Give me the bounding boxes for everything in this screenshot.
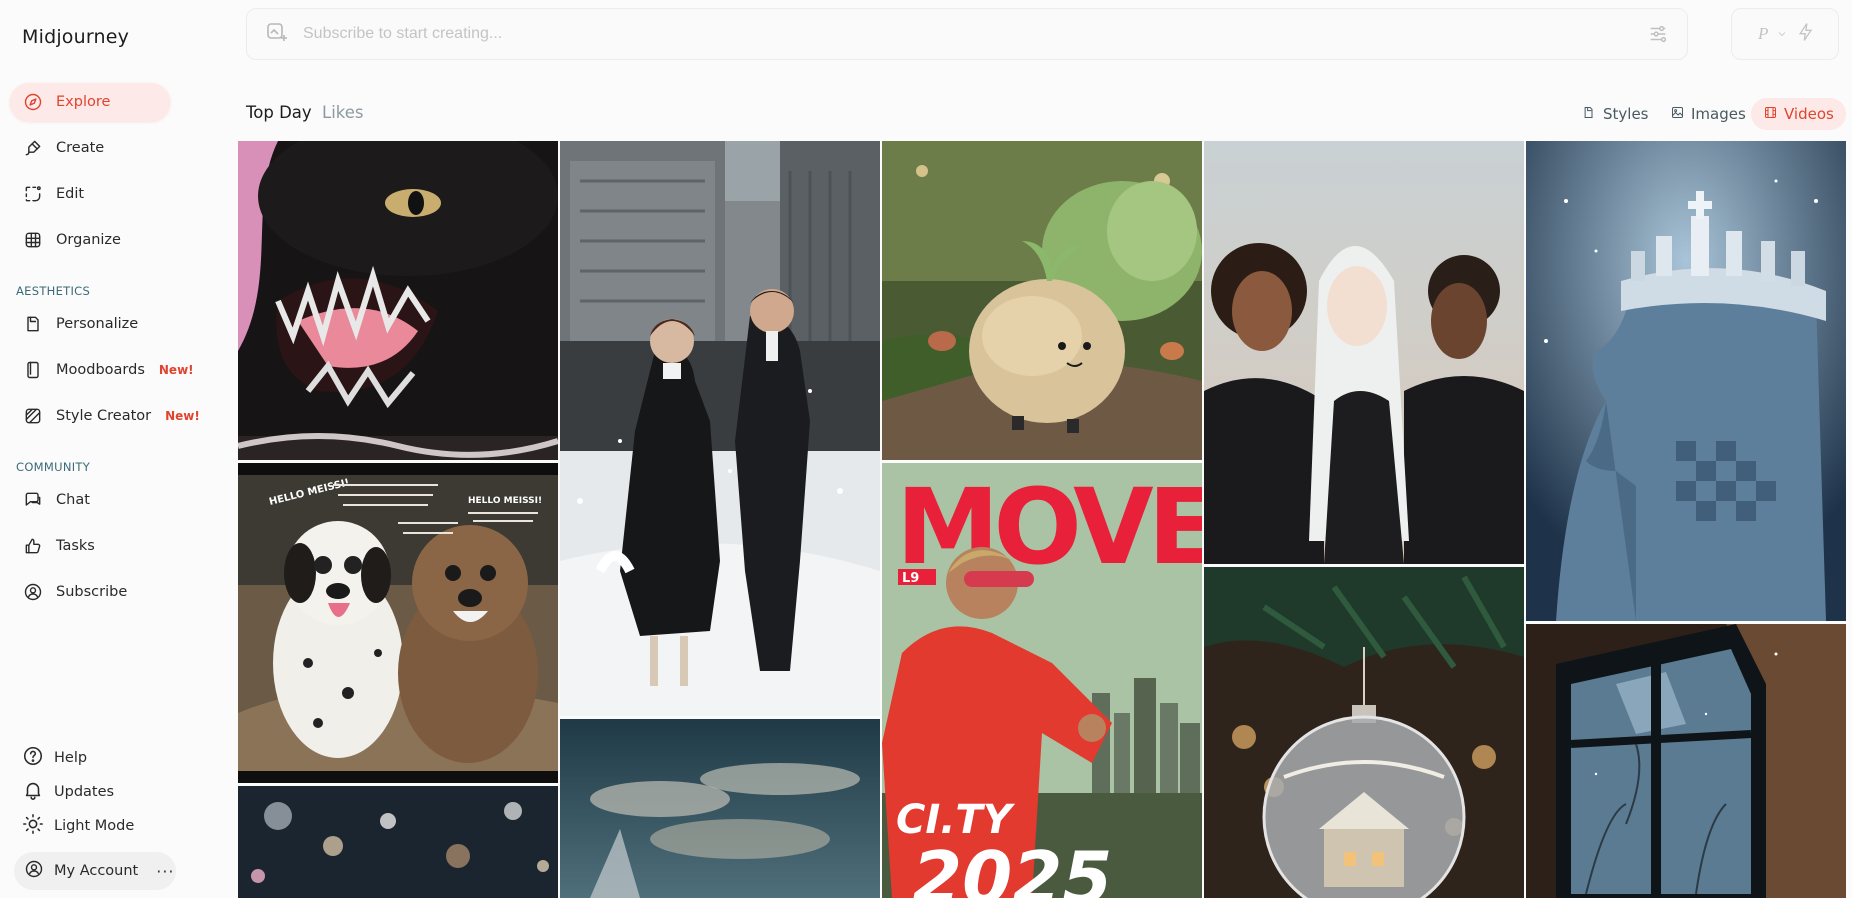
more-options-icon[interactable]: ··· xyxy=(156,862,174,881)
magazine-year: 2025 xyxy=(912,836,1112,898)
couple-ice-skating-image xyxy=(560,141,880,716)
updates-link[interactable]: Updates xyxy=(22,778,114,806)
black-cat-glitter-teeth-image xyxy=(238,141,558,460)
christmas-ornament-image xyxy=(1204,567,1524,898)
mode-selector[interactable]: P xyxy=(1731,8,1839,60)
settings-sliders-icon[interactable] xyxy=(1647,23,1669,49)
move-magazine-runner-image: MOVE L9 CI.TY 2025 xyxy=(882,463,1202,898)
nav-moodboards[interactable]: Moodboards New! xyxy=(10,351,200,389)
nav-explore[interactable]: Explore xyxy=(10,83,170,121)
user-circle-icon xyxy=(22,581,44,603)
moodboard-icon xyxy=(22,359,44,381)
nav-style-creator[interactable]: Style Creator New! xyxy=(10,397,210,435)
caption-right: HELLO MEISSI! xyxy=(468,496,542,506)
nav-edit[interactable]: Edit xyxy=(10,175,170,213)
gallery-grid: HELLO MEISSI! HELLO MEISSI! MOVE L9 CI.T… xyxy=(238,141,1846,898)
gallery-tile-women[interactable] xyxy=(1204,141,1524,564)
personalize-icon xyxy=(22,313,44,335)
sky-clouds-image xyxy=(560,719,880,898)
video-icon xyxy=(1763,105,1778,124)
tab-top-day[interactable]: Top Day xyxy=(246,103,312,122)
nav-label: Style Creator xyxy=(56,408,152,424)
section-label-aesthetics: AESTHETICS xyxy=(16,284,91,298)
grid-icon xyxy=(22,229,44,251)
new-badge: New! xyxy=(165,409,200,423)
filter-label: Images xyxy=(1691,105,1746,123)
styles-icon xyxy=(1582,105,1597,124)
chat-icon xyxy=(22,489,44,511)
filter-styles[interactable]: Styles xyxy=(1570,98,1661,130)
nav-label: Explore xyxy=(56,94,111,110)
thumbs-up-icon xyxy=(22,535,44,557)
help-icon xyxy=(22,745,44,771)
bottom-label: Light Mode xyxy=(54,818,135,834)
style-creator-icon xyxy=(22,405,44,427)
bokeh-lights-image xyxy=(238,786,558,898)
gallery-tile-sky[interactable] xyxy=(560,719,880,898)
filter-label: Videos xyxy=(1784,105,1834,123)
help-link[interactable]: Help xyxy=(22,744,87,772)
mode-letter: P xyxy=(1758,24,1769,43)
edit-square-icon xyxy=(22,183,44,205)
gallery-tile-ornament[interactable] xyxy=(1204,567,1524,898)
gallery-tile-dogs[interactable]: HELLO MEISSI! HELLO MEISSI! xyxy=(238,463,558,783)
nav-subscribe[interactable]: Subscribe xyxy=(10,573,170,611)
add-image-icon[interactable] xyxy=(265,20,289,48)
nav-chat[interactable]: Chat xyxy=(10,481,170,519)
filter-images[interactable]: Images xyxy=(1658,98,1758,130)
nav-label: Create xyxy=(56,140,105,156)
new-badge: New! xyxy=(158,363,194,377)
gallery-tile-chess[interactable] xyxy=(1526,141,1846,621)
gallery-tile-magazine[interactable]: MOVE L9 CI.TY 2025 xyxy=(882,463,1202,898)
light-mode-toggle[interactable]: Light Mode xyxy=(22,812,134,840)
chess-king-face-image xyxy=(1526,141,1846,621)
nav-organize[interactable]: Organize xyxy=(10,221,170,259)
nav-label: Tasks xyxy=(56,538,95,554)
magazine-issue: L9 xyxy=(902,571,919,586)
three-women-portrait-image xyxy=(1204,141,1524,564)
bottom-label: Updates xyxy=(54,784,115,800)
nav-personalize[interactable]: Personalize xyxy=(10,305,170,343)
window-snow-night-image xyxy=(1526,624,1846,898)
gallery-tile-bokeh[interactable] xyxy=(238,786,558,898)
my-account-button[interactable]: My Account ··· xyxy=(14,852,176,890)
sidebar: Midjourney Explore Create Edit Organize … xyxy=(0,0,232,898)
account-label: My Account xyxy=(54,863,139,879)
dalmatian-poodle-dogs-image: HELLO MEISSI! HELLO MEISSI! xyxy=(238,463,558,783)
bottom-label: Help xyxy=(54,750,88,766)
brush-icon xyxy=(22,137,44,159)
gallery-tile-window[interactable] xyxy=(1526,624,1846,898)
gallery-tile-skaters[interactable] xyxy=(560,141,880,716)
nav-create[interactable]: Create xyxy=(10,129,170,167)
nav-label: Edit xyxy=(56,186,85,202)
lightning-icon[interactable] xyxy=(1796,22,1816,46)
nav-label: Moodboards xyxy=(56,362,145,378)
brand-logo[interactable]: Midjourney xyxy=(22,26,129,48)
filter-videos[interactable]: Videos xyxy=(1751,98,1846,130)
image-icon xyxy=(1670,105,1685,124)
fluffy-creature-garden-image xyxy=(882,141,1202,460)
chevron-down-icon xyxy=(1776,25,1788,44)
nav-label: Chat xyxy=(56,492,90,508)
nav-label: Personalize xyxy=(56,316,139,332)
bell-icon xyxy=(22,779,44,805)
section-label-community: COMMUNITY xyxy=(16,460,91,474)
gallery-tile-cat[interactable] xyxy=(238,141,558,460)
magazine-headline: MOVE xyxy=(896,466,1202,588)
tab-likes[interactable]: Likes xyxy=(322,103,364,122)
sun-icon xyxy=(22,813,44,839)
prompt-bar xyxy=(246,8,1688,60)
gallery-tile-creature[interactable] xyxy=(882,141,1202,460)
nav-tasks[interactable]: Tasks xyxy=(10,527,170,565)
prompt-input[interactable] xyxy=(303,25,1603,43)
filter-label: Styles xyxy=(1603,105,1649,123)
compass-icon xyxy=(22,91,44,113)
nav-label: Organize xyxy=(56,232,121,248)
nav-label: Subscribe xyxy=(56,584,128,600)
account-icon xyxy=(24,859,44,883)
